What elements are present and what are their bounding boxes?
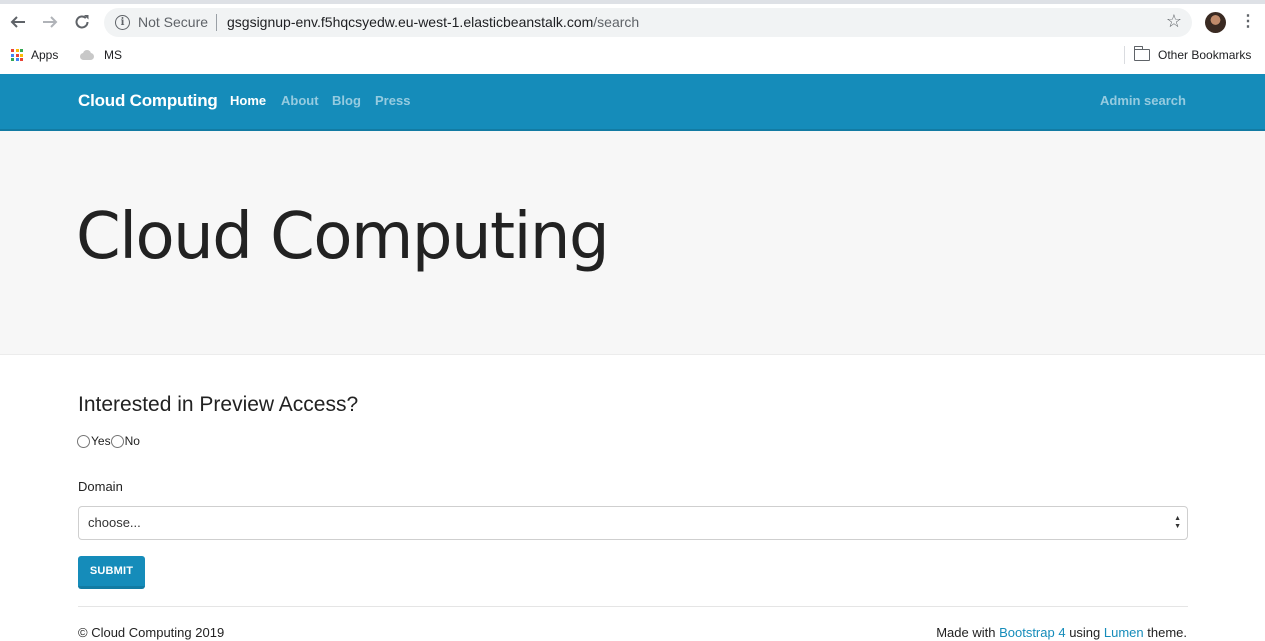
- apps-grid-icon: [11, 49, 23, 61]
- address-bar[interactable]: i Not Secure gsgsignup-env.f5hqcsyedw.eu…: [104, 8, 1192, 37]
- domain-label: Domain: [78, 479, 123, 494]
- footer-made-with: Made with: [936, 625, 1000, 640]
- domain-select-value: choose...: [88, 515, 141, 530]
- forward-button[interactable]: [39, 11, 61, 33]
- radio-no-label[interactable]: No: [125, 434, 140, 448]
- reload-button[interactable]: [71, 11, 93, 33]
- cloud-icon: [78, 50, 96, 60]
- radio-no[interactable]: [110, 434, 124, 448]
- info-icon[interactable]: i: [115, 15, 130, 30]
- arrow-left-icon: [10, 16, 25, 28]
- footer-suffix: theme.: [1143, 625, 1187, 640]
- nav-link-press[interactable]: Press: [375, 93, 410, 108]
- footer-credits: Made with Bootstrap 4 using Lumen theme.: [936, 625, 1187, 640]
- preview-access-radio-group: Yes No: [77, 434, 140, 448]
- folder-icon: [1133, 46, 1150, 61]
- bookmark-ms[interactable]: MS: [78, 46, 122, 64]
- navbar-brand[interactable]: Cloud Computing: [78, 91, 218, 111]
- url-text[interactable]: gsgsignup-env.f5hqcsyedw.eu-west-1.elast…: [227, 14, 639, 30]
- site-navbar: Cloud Computing Home About Blog Press Ad…: [0, 74, 1265, 131]
- footer-copyright: © Cloud Computing 2019: [78, 625, 225, 640]
- footer-divider: [78, 606, 1188, 607]
- nav-link-admin-search[interactable]: Admin search: [1100, 93, 1186, 108]
- submit-button[interactable]: SUBMIT: [78, 556, 145, 589]
- domain-select[interactable]: choose... ▲ ▼: [78, 506, 1188, 540]
- back-button[interactable]: [7, 11, 29, 33]
- omnibox-divider: [216, 14, 217, 31]
- select-arrows-icon: ▲ ▼: [1174, 515, 1181, 530]
- bookmark-label: MS: [104, 48, 122, 62]
- browser-chrome: i Not Secure gsgsignup-env.f5hqcsyedw.eu…: [0, 0, 1265, 74]
- bookmarks-divider: [1124, 46, 1125, 64]
- security-indicator[interactable]: Not Secure: [138, 14, 208, 30]
- other-bookmarks[interactable]: Other Bookmarks: [1133, 46, 1252, 64]
- bootstrap-link[interactable]: Bootstrap 4: [999, 625, 1066, 640]
- tab-strip: [0, 0, 1265, 4]
- url-host: gsgsignup-env.f5hqcsyedw.eu-west-1.elast…: [227, 14, 594, 30]
- lumen-link[interactable]: Lumen: [1104, 625, 1144, 640]
- url-path: /search: [593, 14, 640, 30]
- bookmark-apps[interactable]: Apps: [11, 46, 58, 64]
- other-bookmarks-label: Other Bookmarks: [1158, 48, 1252, 62]
- jumbotron-title: Cloud Computing: [76, 200, 610, 274]
- arrow-right-icon: [43, 16, 58, 28]
- bookmark-star-icon[interactable]: ☆: [1166, 11, 1182, 32]
- menu-kebab-icon[interactable]: ⋮: [1240, 12, 1256, 32]
- profile-avatar[interactable]: [1205, 12, 1226, 33]
- reload-icon: [75, 15, 89, 29]
- form-heading: Interested in Preview Access?: [78, 393, 359, 416]
- jumbotron: Cloud Computing: [0, 131, 1265, 355]
- nav-link-blog[interactable]: Blog: [332, 93, 361, 108]
- nav-link-about[interactable]: About: [281, 93, 319, 108]
- bookmark-label: Apps: [31, 48, 59, 62]
- radio-yes-label[interactable]: Yes: [91, 434, 111, 448]
- nav-link-home[interactable]: Home: [230, 93, 266, 108]
- radio-yes[interactable]: [77, 434, 90, 448]
- footer-using: using: [1065, 625, 1104, 640]
